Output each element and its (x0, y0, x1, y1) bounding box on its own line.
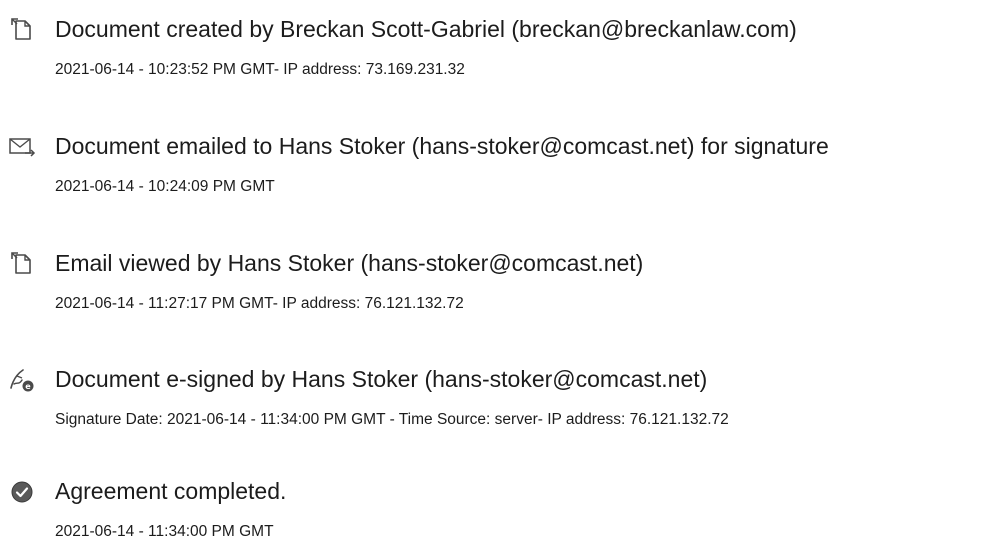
event-timestamp: 2021-06-14 - 11:27:17 PM GMT- IP address… (55, 295, 464, 312)
audit-trail-list: Document created by Breckan Scott-Gabrie… (0, 0, 984, 540)
esign-pen-icon: e (8, 366, 36, 394)
event-title: Document created by Breckan Scott-Gabrie… (55, 16, 797, 42)
event-timestamp: 2021-06-14 - 11:34:00 PM GMT (55, 523, 274, 540)
event-title: Email viewed by Hans Stoker (hans-stoker… (55, 250, 644, 276)
checkmark-circle-icon (8, 478, 36, 506)
event-timestamp: 2021-06-14 - 10:24:09 PM GMT (55, 178, 275, 195)
email-sent-icon (8, 133, 36, 161)
audit-event-agreement-completed: Agreement completed. 2021-06-14 - 11:34:… (0, 470, 984, 550)
svg-text:e: e (25, 382, 31, 391)
audit-event-document-created: Document created by Breckan Scott-Gabrie… (0, 8, 984, 88)
document-icon (8, 16, 36, 44)
document-icon (8, 250, 36, 278)
event-timestamp: 2021-06-14 - 10:23:52 PM GMT- IP address… (55, 61, 465, 78)
event-title: Agreement completed. (55, 478, 287, 504)
event-signature-details: Signature Date: 2021-06-14 - 11:34:00 PM… (55, 411, 729, 428)
event-title: Document emailed to Hans Stoker (hans-st… (55, 133, 829, 159)
audit-event-document-esigned: e Document e-signed by Hans Stoker (hans… (0, 358, 984, 438)
audit-event-email-viewed: Email viewed by Hans Stoker (hans-stoker… (0, 242, 984, 322)
event-title: Document e-signed by Hans Stoker (hans-s… (55, 366, 708, 392)
audit-event-document-emailed: Document emailed to Hans Stoker (hans-st… (0, 125, 984, 205)
